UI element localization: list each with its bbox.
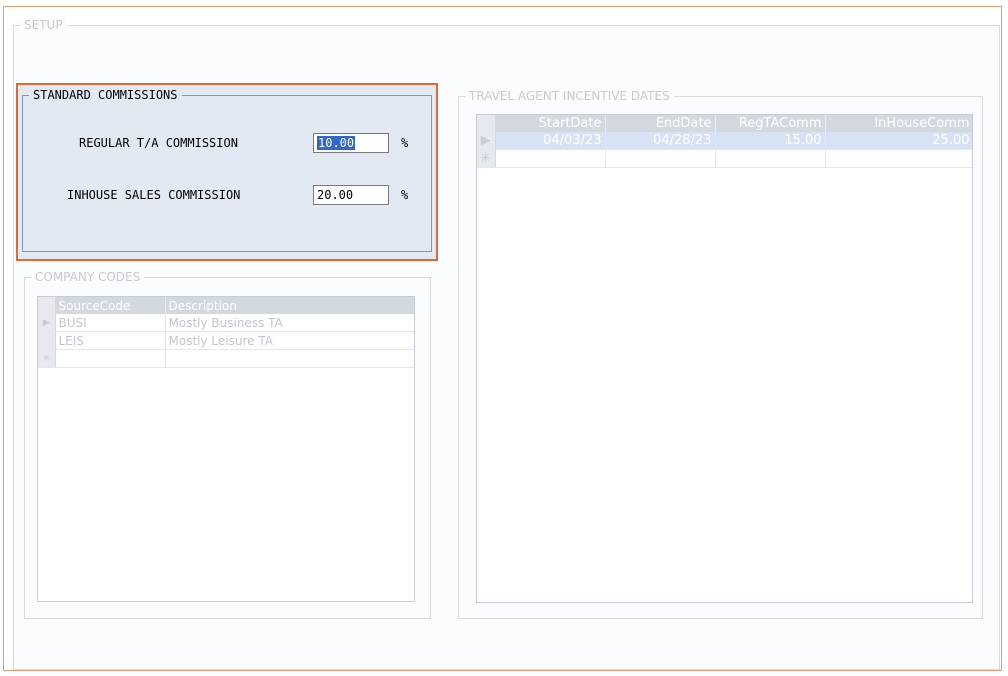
column-header-description[interactable]: Description [165, 297, 414, 314]
inhouse-commission-label: INHOUSE SALES COMMISSION [67, 188, 241, 202]
table-row[interactable]: LEIS Mostly Leisure TA [38, 331, 414, 350]
table-row[interactable]: ▶ BUSI Mostly Business TA [38, 314, 414, 332]
company-codes-title: COMPANY CODES [31, 270, 145, 284]
new-row-icon: ✳ [38, 349, 56, 368]
cell-sourcecode[interactable]: BUSI [55, 314, 166, 332]
cell-enddate[interactable]: 04/28/23 [605, 132, 716, 150]
travel-agent-incentive-grid[interactable]: StartDate EndDate RegTAComm InHouseComm … [476, 114, 973, 603]
cell-description[interactable]: Mostly Business TA [165, 314, 414, 332]
cell-inhousecomm[interactable] [825, 149, 972, 168]
column-header-startdate[interactable]: StartDate [495, 115, 606, 132]
travel-agent-incentive-group: TRAVEL AGENT INCENTIVE DATES StartDate E… [458, 89, 983, 619]
travel-agent-header: StartDate EndDate RegTAComm InHouseComm [477, 115, 972, 132]
standard-commissions-group: STANDARD COMMISSIONS REGULAR T/A COMMISS… [16, 83, 438, 261]
new-row[interactable]: ✳ [38, 349, 414, 368]
company-codes-header: SourceCode Description [38, 297, 414, 314]
regular-commission-percent: % [401, 136, 409, 150]
column-header-regtacomm[interactable]: RegTAComm [715, 115, 826, 132]
column-header-sourcecode[interactable]: SourceCode [55, 297, 166, 314]
cell-regtacomm[interactable] [715, 149, 826, 168]
company-codes-grid[interactable]: SourceCode Description ▶ BUSI Mostly Bus… [37, 296, 415, 602]
cell-description[interactable] [165, 349, 414, 368]
inhouse-commission-input[interactable]: 20.00 [313, 185, 389, 205]
regular-commission-label: REGULAR T/A COMMISSION [79, 136, 238, 150]
cell-sourcecode[interactable] [55, 349, 166, 368]
regular-commission-value: 10.00 [317, 136, 356, 150]
current-row-indicator-icon: ▶ [38, 314, 56, 332]
column-header-enddate[interactable]: EndDate [605, 115, 716, 132]
row-header [38, 331, 56, 350]
table-row[interactable]: ▶ 04/03/23 04/28/23 15.00 25.00 [477, 132, 972, 150]
cell-sourcecode[interactable]: LEIS [55, 331, 166, 350]
cell-startdate[interactable]: 04/03/23 [495, 132, 606, 150]
row-header-corner [38, 297, 56, 314]
cell-description[interactable]: Mostly Leisure TA [165, 331, 414, 350]
row-header-corner [477, 115, 496, 132]
cell-regtacomm[interactable]: 15.00 [715, 132, 826, 150]
new-row-icon: ✳ [477, 149, 496, 168]
standard-commissions-title: STANDARD COMMISSIONS [29, 88, 182, 102]
new-row[interactable]: ✳ [477, 149, 972, 168]
inhouse-commission-percent: % [401, 188, 409, 202]
inhouse-commission-value: 20.00 [317, 188, 354, 202]
regular-commission-input[interactable]: 10.00 [313, 133, 389, 153]
cell-inhousecomm[interactable]: 25.00 [825, 132, 972, 150]
column-header-inhousecomm[interactable]: InHouseComm [825, 115, 972, 132]
travel-agent-incentive-title: TRAVEL AGENT INCENTIVE DATES [465, 89, 674, 103]
setup-title: SETUP [20, 18, 67, 32]
company-codes-group: COMPANY CODES SourceCode Description ▶ B… [24, 270, 431, 619]
cell-enddate[interactable] [605, 149, 716, 168]
standard-commissions-frame: STANDARD COMMISSIONS REGULAR T/A COMMISS… [22, 88, 432, 252]
current-row-indicator-icon: ▶ [477, 132, 496, 150]
cell-startdate[interactable] [495, 149, 606, 168]
